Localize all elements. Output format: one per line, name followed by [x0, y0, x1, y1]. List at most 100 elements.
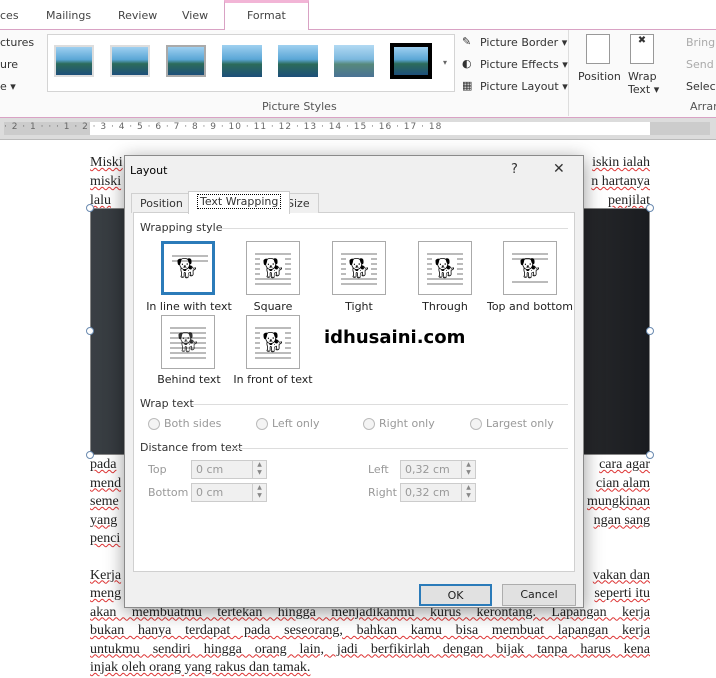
- spinner-icon: ▲ ▼: [461, 461, 475, 478]
- dog-icon: 🐕︎: [517, 256, 543, 280]
- style-thumb[interactable]: [278, 45, 318, 77]
- group-label: Picture Styles: [262, 100, 337, 113]
- wrap-option-inline[interactable]: 🐕︎: [161, 241, 215, 295]
- tab-format[interactable]: Format: [224, 0, 309, 31]
- left-label: Left: [368, 463, 389, 476]
- doc-text: yang: [90, 512, 118, 528]
- tab-mailings[interactable]: Mailings: [46, 9, 91, 22]
- ruler[interactable]: · 2 · 1 · · · 1 · 2 · 3 · 4 · 5 · 6 · 7 …: [0, 118, 716, 140]
- picture-border-button[interactable]: Picture Border ▾: [480, 36, 567, 49]
- gallery-more-icon[interactable]: ▾: [443, 58, 447, 67]
- doc-text: meng: [90, 586, 122, 601]
- picture-styles-gallery[interactable]: [47, 34, 455, 92]
- ribbon-left-item[interactable]: ctures: [0, 36, 34, 49]
- spinner-icon: ▲ ▼: [461, 484, 475, 501]
- position-icon: [586, 34, 610, 64]
- doc-text: injak oleh orang yang rakus dan tamak.: [90, 660, 311, 675]
- tab-position[interactable]: Position: [131, 193, 192, 213]
- picture-border-icon: ✎: [462, 35, 472, 48]
- doc-text: cara agar: [599, 457, 650, 472]
- wrap-option-in-front[interactable]: 🐕︎: [246, 315, 300, 369]
- style-thumb[interactable]: [54, 45, 94, 77]
- wrap-option-through[interactable]: 🐕︎: [418, 241, 472, 295]
- doc-text: miski: [90, 174, 122, 189]
- close-button[interactable]: ✕: [553, 161, 565, 177]
- doc-text: mend: [90, 475, 122, 491]
- ribbon-left-item[interactable]: ure: [0, 58, 18, 71]
- ribbon: ctures ure e ▾ ▾ Picture Styles ✎ Pictur…: [0, 30, 716, 118]
- style-thumb[interactable]: [334, 45, 374, 77]
- cancel-button[interactable]: Cancel: [502, 584, 576, 606]
- divider: [192, 404, 568, 405]
- dog-icon: 🐕︎: [346, 256, 372, 280]
- radio-right-only: Right only: [363, 417, 435, 430]
- doc-text: seperti itu: [594, 586, 650, 601]
- radio-both-sides: Both sides: [148, 417, 221, 430]
- doc-text: cian alam: [595, 475, 650, 491]
- selection-pane-button[interactable]: Select: [686, 80, 716, 93]
- doc-text: n hartanya: [591, 174, 650, 189]
- spinner-icon: ▲ ▼: [252, 461, 266, 478]
- wrap-text-button[interactable]: Wrap Text ▾: [628, 70, 662, 96]
- top-label: Top: [148, 463, 167, 476]
- doc-text: vakan dan: [592, 567, 650, 583]
- resize-handle[interactable]: [646, 327, 654, 335]
- tab-view[interactable]: View: [182, 9, 208, 22]
- picture-layout-button[interactable]: Picture Layout ▾: [480, 80, 568, 93]
- radio-left-only: Left only: [256, 417, 319, 430]
- dog-icon: 🐕︎: [260, 256, 286, 280]
- doc-text: Kerja: [90, 567, 122, 583]
- doc-text: penci: [90, 531, 121, 546]
- dog-icon: 🐕︎: [175, 330, 201, 354]
- bring-forward-button: Bring: [686, 36, 716, 49]
- ribbon-tabs: ces Mailings Review View Format: [0, 0, 716, 31]
- section-distance: Distance from text: [140, 441, 243, 454]
- section-wrap-text: Wrap text: [140, 397, 194, 410]
- dog-icon: 🐕︎: [260, 330, 286, 354]
- right-distance-field: 0,32 cm ▲ ▼: [400, 483, 476, 502]
- style-thumb[interactable]: [110, 45, 150, 77]
- dog-icon: 🐕︎: [432, 256, 458, 280]
- style-thumb-selected[interactable]: [390, 43, 432, 79]
- tab-review[interactable]: Review: [118, 9, 157, 22]
- divider: [232, 448, 568, 449]
- picture-effects-button[interactable]: Picture Effects ▾: [480, 58, 568, 71]
- bottom-distance-field: 0 cm ▲ ▼: [191, 483, 267, 502]
- divider: [568, 30, 569, 116]
- picture-effects-icon: ◐: [462, 57, 472, 70]
- group-label-arrange: Arrar: [690, 100, 716, 113]
- doc-text: Miski: [90, 155, 123, 170]
- picture-layout-icon: ▦: [462, 79, 473, 92]
- doc-text: iskin ialah: [592, 155, 650, 170]
- doc-text: ngan sang: [593, 512, 650, 528]
- resize-handle[interactable]: [86, 204, 94, 212]
- tab-text-wrapping[interactable]: Text Wrapping: [188, 191, 291, 214]
- top-distance-field: 0 cm ▲ ▼: [191, 460, 267, 479]
- wrap-option-square[interactable]: 🐕︎: [246, 241, 300, 295]
- bottom-label: Bottom: [148, 486, 189, 499]
- divider: [218, 228, 568, 229]
- tab-references[interactable]: ces: [0, 9, 19, 22]
- help-button[interactable]: ?: [511, 162, 518, 177]
- ok-button[interactable]: OK: [419, 584, 492, 606]
- wrap-text-icon: ✖: [630, 34, 654, 64]
- doc-text: pada: [90, 457, 117, 472]
- section-wrapping-style: Wrapping style: [140, 221, 223, 234]
- dialog-title: Layout: [130, 164, 168, 177]
- ruler-scale: · 2 · 1 · · · 1 · 2 · 3 · 4 · 5 · 6 · 7 …: [4, 122, 710, 135]
- layout-dialog: Layout ? ✕ Position Wrapping style 🐕︎ In…: [124, 155, 584, 608]
- spinner-icon: ▲ ▼: [252, 484, 266, 501]
- resize-handle[interactable]: [646, 204, 654, 212]
- wrap-option-behind[interactable]: 🐕︎: [161, 315, 215, 369]
- ribbon-left-item[interactable]: e ▾: [0, 80, 16, 93]
- wrap-label: In front of text: [233, 373, 313, 386]
- watermark: idhusaini.com: [324, 327, 466, 348]
- wrap-option-tight[interactable]: 🐕︎: [332, 241, 386, 295]
- position-button[interactable]: Position: [578, 70, 621, 83]
- style-thumb[interactable]: [166, 45, 206, 77]
- style-thumb[interactable]: [222, 45, 262, 77]
- resize-handle[interactable]: [86, 327, 94, 335]
- doc-text: mungkinan: [587, 494, 650, 509]
- doc-text: bukan hanya terdapat pada seseorang, bah…: [90, 623, 650, 638]
- wrap-option-top-bottom[interactable]: 🐕︎: [503, 241, 557, 295]
